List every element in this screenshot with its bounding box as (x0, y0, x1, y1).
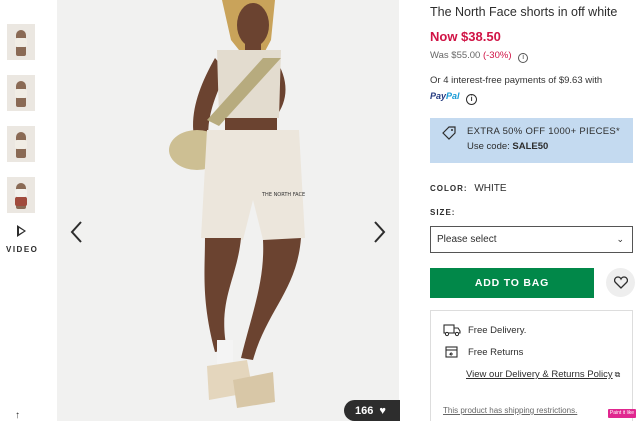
chevron-right-icon (374, 221, 386, 243)
returns-icon (445, 346, 458, 358)
free-delivery-text: Free Delivery. (468, 324, 527, 336)
product-image: THE NORTH FACE (57, 0, 399, 421)
product-title: The North Face shorts in off white (430, 5, 618, 19)
colour-value: WHITE (474, 183, 507, 194)
overlay-badge[interactable]: Paint it like (608, 409, 636, 418)
promo-headline: EXTRA 50% OFF 1000+ PIECES* (467, 126, 621, 137)
was-price: Was $55.00 (430, 50, 481, 61)
tag-icon (442, 126, 456, 140)
thumbnail-list: VIDEO ↑ (0, 0, 50, 421)
info-icon[interactable]: i (518, 53, 529, 63)
chevron-down-icon: ⌄ (616, 234, 624, 244)
like-count-pill[interactable]: 166 ♥ (344, 400, 400, 421)
external-link-icon: ⧉ (614, 370, 621, 379)
paypal-logo: PayPal (430, 91, 460, 101)
paypal-info-icon[interactable]: i (466, 94, 478, 105)
thumbnail-2[interactable] (7, 75, 35, 111)
previous-price: Was $55.00 (-30%) i (430, 50, 529, 63)
promo-code: SALE50 (512, 141, 549, 152)
video-label: VIDEO (6, 245, 39, 254)
free-returns-row: Free Returns (443, 345, 523, 359)
chevron-left-icon (70, 221, 82, 243)
discount-percent: (-30%) (482, 50, 512, 61)
size-label: SIZE: (430, 208, 456, 217)
next-image-button[interactable] (368, 218, 390, 246)
colour-label: COLOR: (430, 184, 468, 193)
save-for-later-button[interactable] (606, 268, 635, 297)
video-button[interactable]: VIDEO (6, 225, 39, 254)
thumbnail-4[interactable] (7, 177, 35, 213)
installments-text: Or 4 interest-free payments of $9.63 wit… (430, 75, 603, 86)
colour-row: COLOR: WHITE (430, 183, 507, 194)
product-info: The North Face shorts in off white Now $… (430, 0, 640, 421)
free-returns-text: Free Returns (468, 346, 524, 358)
heart-outline-icon (613, 276, 628, 289)
paypal-row: PayPal i (430, 91, 478, 105)
model-illustration: THE NORTH FACE (57, 0, 399, 421)
current-price: Now $38.50 (430, 29, 501, 44)
thumbnail-3[interactable] (7, 126, 35, 162)
promo-code-line: Use code: SALE50 (467, 141, 549, 152)
size-select-value: Please select (437, 234, 497, 245)
free-delivery-row: Free Delivery. (443, 323, 526, 337)
shorts-logo: THE NORTH FACE (261, 192, 305, 198)
shipping-restrictions-link[interactable]: This product has shipping restrictions. (443, 406, 577, 415)
thumbnail-1[interactable] (7, 24, 35, 60)
truck-icon (443, 324, 461, 337)
add-to-bag-button[interactable]: ADD TO BAG (430, 268, 594, 298)
delivery-policy-link[interactable]: View our Delivery & Returns Policy ⧉ (466, 369, 620, 380)
scroll-up-icon[interactable]: ↑ (15, 410, 20, 421)
promo-banner: EXTRA 50% OFF 1000+ PIECES* Use code: SA… (430, 118, 633, 163)
like-count: 166 (355, 404, 374, 417)
previous-image-button[interactable] (66, 218, 88, 246)
heart-icon: ♥ (379, 404, 386, 417)
size-select[interactable]: Please select ⌄ (430, 226, 633, 253)
play-icon (16, 225, 26, 237)
delivery-panel: Free Delivery. Free Returns View our Del… (430, 310, 633, 421)
